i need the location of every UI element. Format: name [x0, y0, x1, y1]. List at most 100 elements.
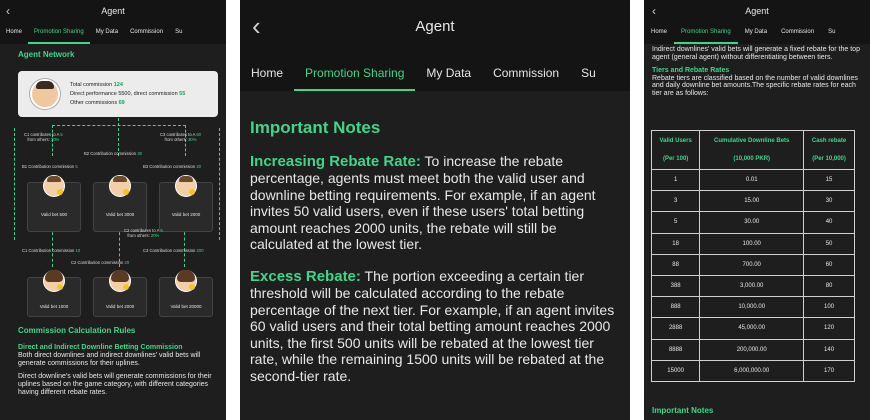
app-title: Agent [101, 6, 125, 16]
c2-contribution-note: C2 contributes to A 6 from others: 20% [124, 228, 163, 238]
direct-commission-label: , direct commission [130, 91, 178, 97]
valid-bet-label: Valid bet 20000 [170, 304, 202, 309]
cell: 40 [803, 211, 855, 234]
rules-subtitle: Direct and Indirect Downline Betting Com… [18, 344, 183, 351]
agent-avatar [30, 79, 60, 109]
cell: 30 [803, 190, 855, 213]
downline-card-c1[interactable]: Valid bet 1000 [27, 270, 81, 317]
total-commission-value: 124 [113, 82, 123, 88]
b1-contribution-commission: B1 Contribution commission 5 [22, 164, 78, 169]
cell: 170 [803, 359, 855, 382]
other-commissions-value: 69 [118, 100, 125, 106]
table-row: 1 0.01 15 [650, 168, 855, 192]
app-bar: ‹ Agent [240, 0, 630, 53]
cell: 45,000.00 [699, 317, 805, 340]
valid-bet-label: Valid bet 2000 [105, 304, 135, 309]
table-row: 888 10,000.00 100 [650, 296, 855, 319]
downline-card-c2[interactable]: Valid bet 2000 [93, 270, 147, 317]
direct-performance-value: 5500 [118, 91, 131, 97]
downline-card-b1[interactable]: Valid bet 500 [27, 175, 81, 232]
cell: 100.00 [699, 232, 805, 255]
notes-content: Important Notes Increasing Rebate Rate: … [250, 119, 620, 399]
tab-bar: Home Promotion Sharing My Data Commissio… [0, 22, 226, 44]
column-header-cash-rebate: Cash rebate (Per 10,000) [803, 130, 855, 170]
cell: 1 [650, 168, 701, 192]
b3-contribution-commission: B3 Contribution commission 20 [143, 164, 201, 169]
cell: 30.00 [699, 211, 805, 234]
app-bar: ‹ Agent [644, 0, 870, 22]
downline-card-b3[interactable]: Valid bet 2000 [159, 175, 213, 232]
downline-card-b2[interactable]: Valid bet 3000 [93, 175, 147, 232]
chevron-left-icon[interactable]: ‹ [6, 0, 10, 22]
tab-promotion-sharing[interactable]: Promotion Sharing [674, 22, 738, 44]
tab-su[interactable]: Su [169, 22, 188, 42]
b2-contribution-commission: B2 Contribution commission 30 [84, 151, 142, 156]
c1-contribution-note: C1 contributes to A 5 from others: 30% [24, 132, 63, 142]
badge-icon [189, 284, 195, 290]
cell: 0.01 [699, 168, 805, 192]
table-row: 3 15.00 30 [650, 190, 855, 213]
chevron-left-icon[interactable]: ‹ [652, 0, 656, 22]
tab-commission[interactable]: Commission [124, 22, 169, 42]
valid-bet-label: Valid bet 2000 [171, 212, 201, 217]
tab-home[interactable]: Home [644, 22, 674, 42]
cell: 200,000.00 [699, 338, 805, 361]
tab-su[interactable]: Su [821, 22, 842, 42]
connector-line [14, 128, 15, 240]
tab-bar: Home Promotion Sharing My Data Commissio… [644, 22, 870, 44]
connector-line [219, 128, 220, 240]
tab-promotion-sharing[interactable]: Promotion Sharing [294, 53, 416, 91]
cell: 15 [803, 168, 855, 192]
badge-icon [189, 189, 195, 195]
tab-my-data[interactable]: My Data [415, 53, 482, 89]
rebate-table: Valid Users (Per 100) Cumulative Downline… [650, 130, 855, 382]
cell: 700.00 [699, 253, 805, 276]
rebate-tiers-panel: ‹ Agent Home Promotion Sharing My Data C… [644, 0, 870, 420]
downline-card-c3[interactable]: Valid bet 20000 [159, 270, 213, 317]
rules-paragraph: Both direct downlines and indirect downl… [18, 352, 201, 367]
tab-commission[interactable]: Commission [774, 22, 821, 42]
tab-my-data[interactable]: My Data [90, 22, 124, 42]
connector-line [52, 227, 53, 267]
cell: 388 [650, 274, 701, 298]
tab-my-data[interactable]: My Data [738, 22, 774, 42]
cell: 6,000,000.00 [699, 359, 805, 382]
tiers-title: Tiers and Rebate Rates [652, 67, 730, 75]
rules-title: Commission Calculation Rules [18, 326, 136, 335]
cell: 15.00 [699, 190, 805, 213]
tab-home[interactable]: Home [240, 53, 294, 89]
important-notes-heading: Important Notes [652, 406, 714, 415]
valid-bet-label: Valid bet 500 [41, 212, 67, 217]
badge-icon [57, 189, 63, 195]
cell: 888 [650, 296, 701, 319]
chevron-left-icon[interactable]: ‹ [252, 0, 261, 53]
c2-contribution-commission: C2 Contribution commission 20 [71, 260, 130, 265]
cell: 60 [803, 253, 855, 276]
table-header-row: Valid Users (Per 100) Cumulative Downline… [650, 130, 855, 170]
tab-promotion-sharing[interactable]: Promotion Sharing [28, 22, 90, 44]
table-row: 388 3,000.00 80 [650, 274, 855, 298]
column-header-cumulative-bets: Cumulative Downline Bets (10,000 PKR) [699, 130, 805, 170]
badge-icon [123, 189, 129, 195]
badge-icon [57, 284, 63, 290]
table-row: 8888 200,000.00 140 [650, 338, 855, 361]
badge-icon [123, 284, 129, 290]
tab-su[interactable]: Su [570, 53, 607, 89]
table-row: 2888 45,000.00 120 [650, 317, 855, 340]
tab-home[interactable]: Home [0, 22, 28, 42]
column-header-valid-users: Valid Users (Per 100) [650, 130, 701, 170]
cell: 3,000.00 [699, 274, 805, 298]
c3-contribution-commission: C3 Contribution commission 200 [143, 248, 204, 253]
table-row: 88 700.00 60 [650, 253, 855, 276]
agent-network-panel: ‹ Agent Home Promotion Sharing My Data C… [0, 0, 226, 420]
cell: 8888 [650, 338, 701, 361]
note-increasing-rebate: Increasing Rebate Rate: To increase the … [250, 152, 596, 253]
important-notes-panel: ‹ Agent Home Promotion Sharing My Data C… [240, 0, 630, 420]
tab-bar: Home Promotion Sharing My Data Commissio… [240, 53, 630, 91]
table-row: 15000 6,000,000.00 170 [650, 359, 855, 382]
cell: 100 [803, 296, 855, 319]
commission-rules: Commission Calculation Rules Direct and … [18, 327, 220, 402]
rules-paragraph: Direct downline's valid bets will genera… [18, 373, 212, 396]
c3-contribution-note: C3 contributes to A 60 from others: 30% [160, 132, 201, 142]
tab-commission[interactable]: Commission [482, 53, 570, 89]
